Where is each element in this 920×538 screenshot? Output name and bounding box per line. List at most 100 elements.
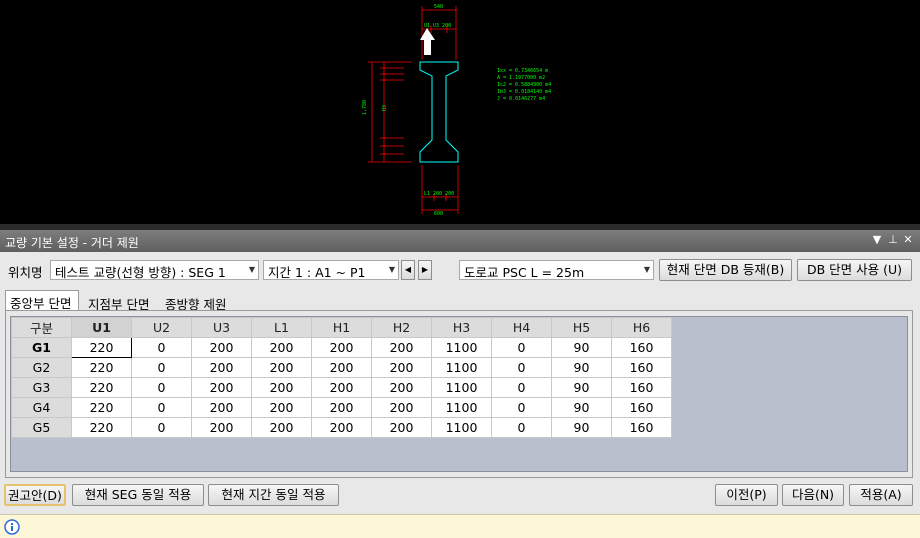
girder-type-select[interactable]: 도로교 PSC L = 25m ▼ (459, 260, 654, 280)
next-button[interactable]: 다음(N) (782, 484, 844, 506)
use-db-button[interactable]: DB 단면 사용 (U) (797, 259, 912, 281)
tab-support-section[interactable]: 지점부 단면 (84, 292, 153, 312)
cad-viewport[interactable]: 540 U1 U3 200 1,780 H3 L1 200 200 600 Ix… (0, 0, 920, 224)
table-cell[interactable]: 200 (311, 377, 372, 398)
next-span-button[interactable]: ▶ (418, 260, 432, 280)
row-header: G3 (11, 377, 72, 398)
app-window: 540 U1 U3 200 1,780 H3 L1 200 200 600 Ix… (0, 0, 920, 538)
table-cell[interactable]: 0 (491, 417, 552, 438)
panel-titlebar[interactable]: 교량 기본 설정 - 거더 제원 ▼ ⊥ ✕ (0, 230, 920, 252)
table-cell[interactable]: 160 (611, 357, 672, 378)
table-cell[interactable]: 200 (251, 377, 312, 398)
girder-grid[interactable]: 구분 U1 U2 U3 L1 H1 H2 H3 H4 H5 H6 G1 220 … (10, 316, 908, 472)
column-header[interactable]: H1 (311, 317, 372, 338)
table-row: G2 220 0 200 200 200 200 1100 0 90 160 (11, 357, 672, 378)
column-header[interactable]: U1 (71, 317, 132, 338)
apply-seg-button[interactable]: 현재 SEG 동일 적용 (72, 484, 204, 506)
table-cell[interactable]: 160 (611, 397, 672, 418)
table-cell[interactable]: 200 (251, 397, 312, 418)
table-cell[interactable]: 0 (491, 397, 552, 418)
table-cell[interactable]: 90 (551, 357, 612, 378)
table-row: G5 220 0 200 200 200 200 1100 0 90 160 (11, 417, 672, 438)
bottom-dim-text: 600 (434, 211, 443, 217)
column-header[interactable]: H3 (431, 317, 492, 338)
table-cell[interactable]: 220 (71, 377, 132, 398)
table-cell[interactable]: 0 (131, 337, 192, 358)
column-header[interactable]: H2 (371, 317, 432, 338)
register-db-button[interactable]: 현재 단면 DB 등재(B) (659, 259, 792, 281)
table-row: G4 220 0 200 200 200 200 1100 0 90 160 (11, 397, 672, 418)
span-select-value: 지간 1 : A1 ~ P1 (268, 265, 366, 280)
table-cell[interactable]: 200 (191, 357, 252, 378)
table-cell[interactable]: 200 (311, 397, 372, 418)
table-cell[interactable]: 200 (191, 337, 252, 358)
table-cell[interactable]: 1100 (431, 377, 492, 398)
dropdown-icon[interactable]: ▼ (870, 233, 884, 246)
web-label-text: H3 (382, 105, 388, 111)
table-cell[interactable]: 200 (311, 357, 372, 378)
prop-0: Ixx = 0.7346654 m (497, 68, 548, 74)
table-cell[interactable]: 90 (551, 417, 612, 438)
table-cell[interactable]: 200 (371, 337, 432, 358)
apply-span-button[interactable]: 현재 지간 동일 적용 (208, 484, 339, 506)
table-cell[interactable]: 0 (131, 377, 192, 398)
girder-settings-panel: 교량 기본 설정 - 거더 제원 ▼ ⊥ ✕ 위치명 테스트 교량(선형 방향)… (0, 230, 920, 538)
chevron-down-icon: ▼ (643, 265, 650, 274)
table-cell[interactable]: 90 (551, 337, 612, 358)
table-cell[interactable]: 200 (371, 377, 432, 398)
girder-section-outline (419, 61, 459, 163)
table-cell[interactable]: 220 (71, 337, 132, 358)
table-cell[interactable]: 200 (311, 337, 372, 358)
bridge-select[interactable]: 테스트 교량(선형 방향) : SEG 1 ▼ (50, 260, 259, 280)
prev-button[interactable]: 이전(P) (715, 484, 778, 506)
table-cell[interactable]: 0 (491, 337, 552, 358)
table-cell[interactable]: 220 (71, 417, 132, 438)
table-cell[interactable]: 0 (491, 357, 552, 378)
row-header: G2 (11, 357, 72, 378)
pin-icon[interactable]: ⊥ (886, 233, 900, 246)
recommend-button[interactable]: 권고안(D) (4, 484, 66, 506)
table-cell[interactable]: 90 (551, 377, 612, 398)
table-cell[interactable]: 160 (611, 337, 672, 358)
table-cell[interactable]: 1100 (431, 417, 492, 438)
row-header: G1 (11, 337, 72, 358)
table-cell[interactable]: 220 (71, 397, 132, 418)
table-cell[interactable]: 90 (551, 397, 612, 418)
prev-span-button[interactable]: ◀ (401, 260, 415, 280)
table-cell[interactable]: 200 (191, 397, 252, 418)
table-row: G3 220 0 200 200 200 200 1100 0 90 160 (11, 377, 672, 398)
table-cell[interactable]: 200 (191, 417, 252, 438)
apply-button[interactable]: 적용(A) (849, 484, 913, 506)
table-cell[interactable]: 0 (131, 417, 192, 438)
tab-center-section[interactable]: 중앙부 단면 (5, 290, 79, 312)
span-select[interactable]: 지간 1 : A1 ~ P1 ▼ (263, 260, 399, 280)
tab-longitudinal[interactable]: 종방향 제원 (161, 292, 230, 312)
column-header[interactable]: H4 (491, 317, 552, 338)
height-dim-text: 1,780 (362, 100, 368, 115)
table-cell[interactable]: 200 (371, 417, 432, 438)
table-cell[interactable]: 1100 (431, 337, 492, 358)
girder-table: 구분 U1 U2 U3 L1 H1 H2 H3 H4 H5 H6 G1 220 … (11, 317, 672, 438)
table-cell[interactable]: 200 (251, 417, 312, 438)
table-cell[interactable]: 200 (371, 357, 432, 378)
column-header[interactable]: H6 (611, 317, 672, 338)
column-header[interactable]: U2 (131, 317, 192, 338)
table-cell[interactable]: 200 (251, 337, 312, 358)
column-header[interactable]: H5 (551, 317, 612, 338)
table-cell[interactable]: 0 (131, 357, 192, 378)
close-icon[interactable]: ✕ (901, 233, 915, 246)
table-cell[interactable]: 200 (371, 397, 432, 418)
column-header[interactable]: U3 (191, 317, 252, 338)
table-cell[interactable]: 0 (491, 377, 552, 398)
prop-4: J = 0.0146277 m4 (497, 96, 545, 102)
table-cell[interactable]: 200 (251, 357, 312, 378)
table-cell[interactable]: 1100 (431, 357, 492, 378)
column-header[interactable]: L1 (251, 317, 312, 338)
table-cell[interactable]: 220 (71, 357, 132, 378)
table-cell[interactable]: 160 (611, 417, 672, 438)
table-cell[interactable]: 200 (191, 377, 252, 398)
table-cell[interactable]: 1100 (431, 397, 492, 418)
table-cell[interactable]: 200 (311, 417, 372, 438)
table-cell[interactable]: 0 (131, 397, 192, 418)
table-cell[interactable]: 160 (611, 377, 672, 398)
